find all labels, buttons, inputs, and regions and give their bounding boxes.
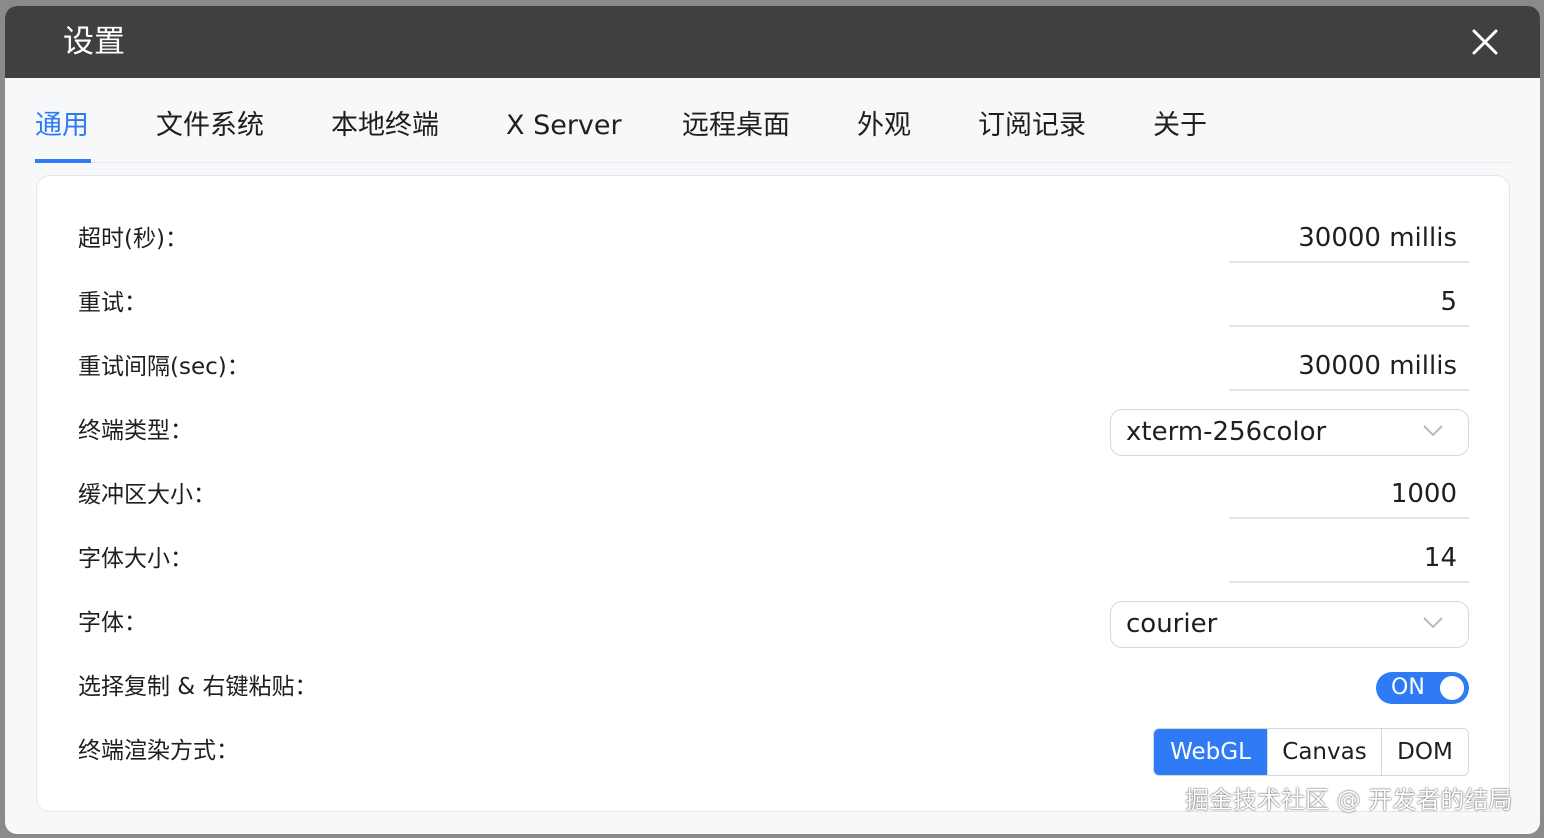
buffer-size-input[interactable] bbox=[1237, 475, 1457, 513]
render-mode-label: 终端渲染方式： bbox=[78, 738, 239, 764]
settings-dialog: 设置 通用 文件系统 本地终端 X Server 远程桌面 外观 订阅记录 关于… bbox=[5, 6, 1540, 834]
buffer-size-label: 缓冲区大小： bbox=[78, 482, 216, 508]
tab-bar: 通用 文件系统 本地终端 X Server 远程桌面 外观 订阅记录 关于 bbox=[5, 78, 1540, 164]
toggle-state-label: ON bbox=[1391, 675, 1425, 700]
copy-paste-label: 选择复制 & 右键粘贴： bbox=[78, 674, 318, 700]
buffer-size-field bbox=[1229, 471, 1469, 519]
toggle-knob bbox=[1440, 676, 1464, 700]
chevron-down-icon bbox=[1423, 617, 1443, 629]
terminal-type-label: 终端类型： bbox=[78, 418, 193, 444]
active-tab-indicator bbox=[35, 159, 91, 163]
retry-input[interactable] bbox=[1237, 283, 1457, 321]
render-mode-segmented-control: WebGL Canvas DOM bbox=[1153, 728, 1469, 776]
dialog-titlebar: 设置 bbox=[5, 6, 1540, 78]
retry-interval-label: 重试间隔(sec)： bbox=[78, 354, 250, 380]
timeout-field bbox=[1229, 215, 1469, 263]
tab-remote-desktop[interactable]: 远程桌面 bbox=[682, 106, 790, 146]
tab-general[interactable]: 通用 bbox=[35, 106, 89, 146]
font-value: courier bbox=[1126, 609, 1218, 639]
font-select[interactable]: courier bbox=[1110, 601, 1469, 648]
font-size-input[interactable] bbox=[1237, 539, 1457, 577]
render-mode-dom-button[interactable]: DOM bbox=[1381, 729, 1468, 775]
chevron-down-icon bbox=[1423, 425, 1443, 437]
tabs-divider bbox=[35, 162, 1511, 163]
tab-filesystem[interactable]: 文件系统 bbox=[156, 106, 264, 146]
timeout-label: 超时(秒)： bbox=[78, 226, 188, 252]
render-mode-webgl-button[interactable]: WebGL bbox=[1154, 729, 1267, 775]
retry-interval-field bbox=[1229, 343, 1469, 391]
terminal-type-value: xterm-256color bbox=[1126, 417, 1327, 447]
timeout-input[interactable] bbox=[1237, 219, 1457, 257]
terminal-type-select[interactable]: xterm-256color bbox=[1110, 409, 1469, 456]
dialog-title: 设置 bbox=[63, 24, 125, 60]
font-size-label: 字体大小： bbox=[78, 546, 193, 572]
retry-field bbox=[1229, 279, 1469, 327]
watermark: 掘金技术社区 @ 开发者的结局 bbox=[1185, 786, 1513, 814]
copy-paste-toggle[interactable]: ON bbox=[1376, 672, 1469, 704]
retry-label: 重试： bbox=[78, 290, 147, 316]
render-mode-canvas-button[interactable]: Canvas bbox=[1267, 729, 1381, 775]
tab-local-terminal[interactable]: 本地终端 bbox=[331, 106, 439, 146]
tab-about[interactable]: 关于 bbox=[1153, 106, 1207, 146]
font-label: 字体： bbox=[78, 610, 147, 636]
close-icon[interactable] bbox=[1467, 24, 1503, 60]
general-settings-panel: 超时(秒)： 重试： 重试间隔(sec)： 终端类型： xterm-256col… bbox=[36, 175, 1510, 812]
font-size-field bbox=[1229, 535, 1469, 583]
tab-appearance[interactable]: 外观 bbox=[857, 106, 911, 146]
tab-subscription-history[interactable]: 订阅记录 bbox=[978, 106, 1086, 146]
retry-interval-input[interactable] bbox=[1237, 347, 1457, 385]
tab-x-server[interactable]: X Server bbox=[506, 106, 622, 146]
